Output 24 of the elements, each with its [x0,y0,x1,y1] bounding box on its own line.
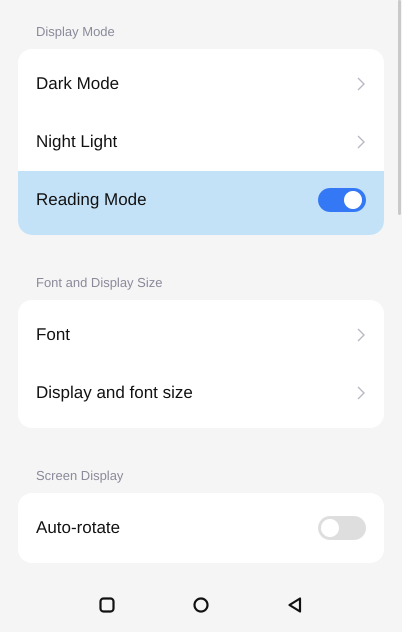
section-title: Display Mode [36,24,116,40]
chevron-icon [356,134,366,150]
settings-row[interactable]: Dark Mode [18,55,384,113]
row-label: Dark Mode [36,74,120,94]
row-label: Reading Mode [36,190,148,210]
section-title: Font and Display Size [36,275,164,291]
home-icon[interactable] [192,596,210,614]
row-label: Auto-rotate [36,518,122,538]
row-label: Display and font size [36,383,194,403]
settings-row[interactable]: Reading Mode [18,171,384,235]
settings-row[interactable]: Night Light [18,113,384,171]
toggle-switch[interactable] [318,516,366,540]
settings-row[interactable]: Auto-rotate [18,499,384,557]
chevron-icon [356,76,366,92]
chevron-icon [356,385,366,401]
chevron-icon [356,327,366,343]
toggle-switch[interactable] [318,188,366,212]
section-title: Screen Display [36,468,124,484]
settings-row[interactable]: Font [18,306,384,364]
recents-icon[interactable] [98,596,116,614]
settings-row[interactable]: Display and font size [18,364,384,422]
row-label: Night Light [36,132,118,152]
back-icon[interactable] [286,596,304,614]
row-label: Font [36,325,72,345]
